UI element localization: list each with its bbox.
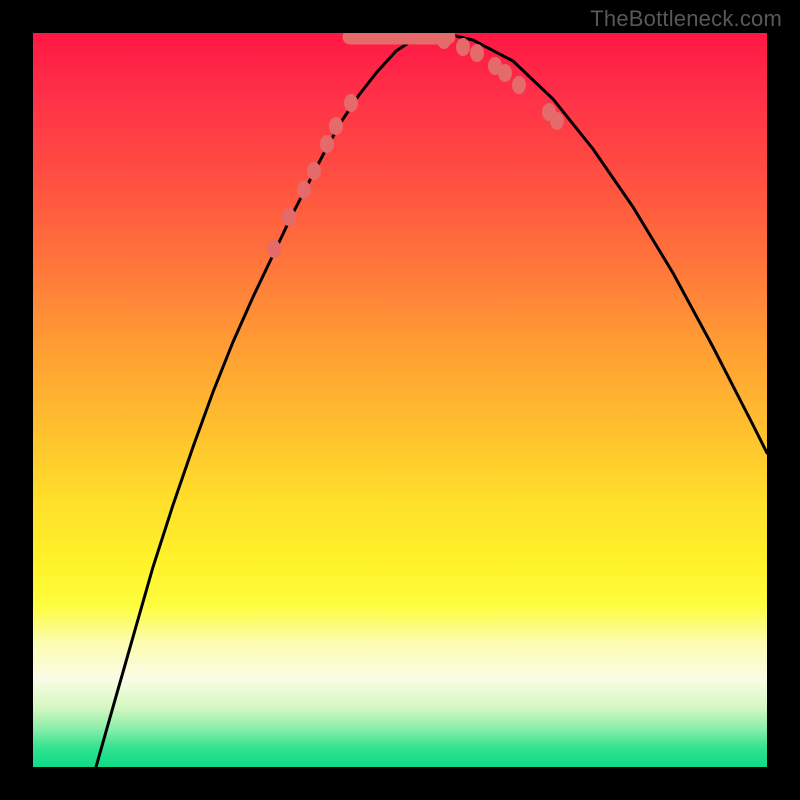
plot-area bbox=[33, 33, 767, 767]
bead-marker bbox=[320, 135, 334, 153]
bead-marker bbox=[307, 162, 321, 180]
bead-marker bbox=[470, 44, 484, 62]
bead-marker bbox=[282, 208, 296, 226]
bead-marker bbox=[344, 94, 358, 112]
curve-svg bbox=[33, 33, 767, 767]
bead-marker bbox=[437, 33, 451, 49]
bead-marker bbox=[512, 76, 526, 94]
bead-marker bbox=[550, 112, 564, 130]
bead-marker bbox=[267, 240, 281, 258]
bead-marker bbox=[498, 64, 512, 82]
bead-marker bbox=[297, 181, 311, 199]
bead-marker bbox=[456, 38, 470, 56]
bottleneck-curve bbox=[96, 33, 767, 767]
watermark-text: TheBottleneck.com bbox=[590, 6, 782, 32]
bead-marker bbox=[329, 117, 343, 135]
chart-frame: TheBottleneck.com bbox=[0, 0, 800, 800]
